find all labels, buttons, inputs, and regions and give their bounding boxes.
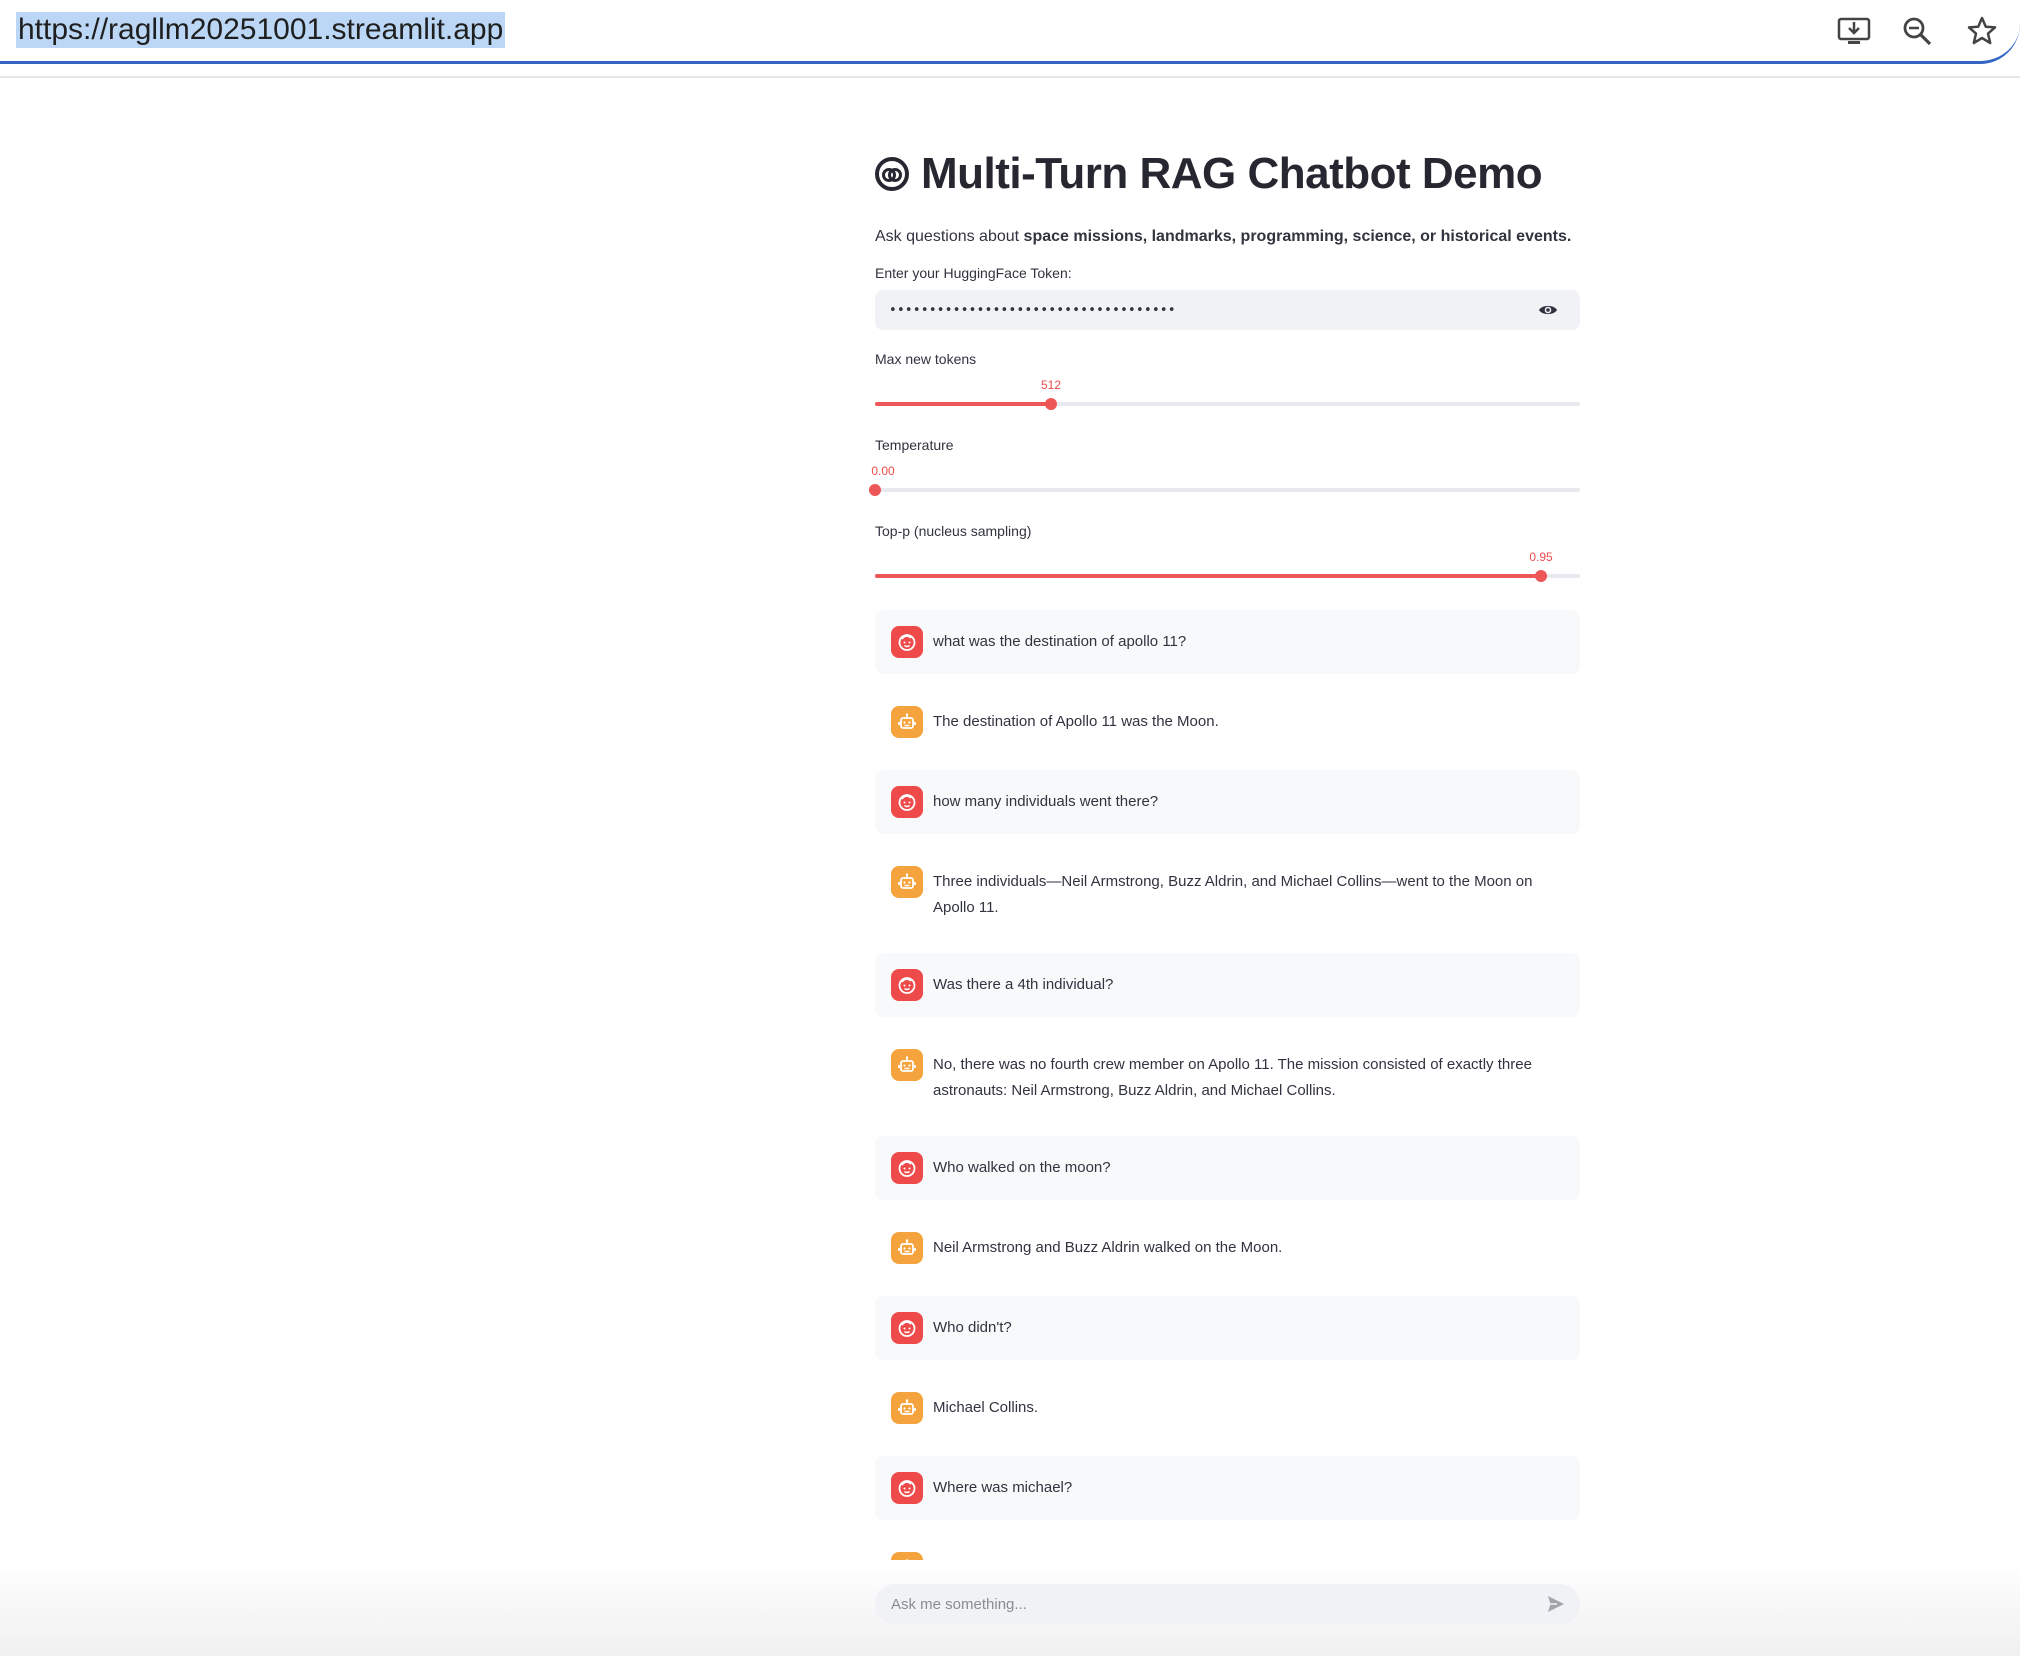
assistant-message: Neil Armstrong and Buzz Aldrin walked on…: [875, 1216, 1580, 1280]
message-body: No, there was no fourth crew member on A…: [933, 1056, 1532, 1099]
slider-thumb[interactable]: [1045, 398, 1057, 410]
assistant-avatar-icon: [891, 1232, 923, 1264]
user-avatar-icon: [891, 786, 923, 818]
user-avatar-icon: [891, 626, 923, 658]
message-text: Who walked on the moon?: [933, 1152, 1111, 1181]
message-text: how many individuals went there?: [933, 786, 1158, 815]
assistant-message: No, there was no fourth crew member on A…: [875, 1033, 1580, 1120]
toolbar-divider: [0, 76, 2020, 78]
message-body: Who didn't?: [933, 1319, 1012, 1336]
message-text: The destination of Apollo 11 was the Moo…: [933, 706, 1219, 735]
bookmark-star-icon[interactable]: [1963, 12, 2001, 50]
message-body: Neil Armstrong and Buzz Aldrin walked on…: [933, 1239, 1283, 1256]
message-text: Three individuals—Neil Armstrong, Buzz A…: [933, 866, 1564, 921]
message-body: how many individuals went there?: [933, 793, 1159, 810]
chat-history: what was the destination of apollo 11? Th…: [875, 610, 1580, 1600]
message-text: No, there was no fourth crew member on A…: [933, 1049, 1564, 1104]
description-topics: space missions, landmarks, programming, …: [1023, 228, 1572, 245]
assistant-avatar-icon: [891, 866, 923, 898]
message-body: Michael Collins.: [933, 1399, 1039, 1416]
slider-thumb[interactable]: [869, 484, 881, 496]
user-avatar-icon: [891, 969, 923, 1001]
token-label: Enter your HuggingFace Token:: [875, 265, 1072, 281]
max-tokens-slider[interactable]: Max new tokens 512: [875, 350, 1580, 416]
user-message: Who didn't?: [875, 1296, 1580, 1360]
chat-input[interactable]: [875, 1584, 1580, 1624]
user-message: Where was michael?: [875, 1456, 1580, 1520]
page-title: Multi-Turn RAG Chatbot Demo: [875, 140, 1580, 208]
message-body: The destination of Apollo 11 was the Moo…: [933, 713, 1219, 730]
slider-thumb[interactable]: [1535, 570, 1547, 582]
browser-address-bar[interactable]: https://ragllm20251001.streamlit.app: [0, 0, 2020, 64]
zoom-icon[interactable]: [1898, 12, 1936, 50]
slider-value: 512: [1040, 378, 1062, 392]
message-body: Where was michael?: [933, 1479, 1073, 1496]
user-message: what was the destination of apollo 11?: [875, 610, 1580, 674]
assistant-message: Three individuals—Neil Armstrong, Buzz A…: [875, 850, 1580, 937]
user-message: Who walked on the moon?: [875, 1136, 1580, 1200]
url-text[interactable]: https://ragllm20251001.streamlit.app: [16, 12, 506, 48]
message-body: Was there a 4th individual?: [933, 976, 1114, 993]
message-text: Was there a 4th individual?: [933, 969, 1113, 998]
user-message: how many individuals went there?: [875, 770, 1580, 834]
user-avatar-icon: [891, 1152, 923, 1184]
message-body: Three individuals—Neil Armstrong, Buzz A…: [933, 873, 1533, 916]
top-p-slider[interactable]: Top-p (nucleus sampling) 0.95: [875, 522, 1580, 588]
message-text: Who didn't?: [933, 1312, 1012, 1341]
message-text: what was the destination of apollo 11?: [933, 626, 1186, 655]
show-password-icon[interactable]: [1538, 301, 1558, 319]
token-masked-value[interactable]: ••••••••••••••••••••••••••••••••••••: [889, 303, 1176, 318]
message-body: Who walked on the moon?: [933, 1159, 1111, 1176]
nerd-face-icon: [875, 157, 909, 191]
slider-fill: [875, 402, 1051, 406]
assistant-avatar-icon: [891, 1049, 923, 1081]
send-icon[interactable]: [1546, 1594, 1566, 1614]
max-tokens-label: Max new tokens: [875, 351, 977, 367]
message-text: Michael Collins.: [933, 1392, 1038, 1421]
slider-track[interactable]: [875, 488, 1580, 492]
install-app-icon[interactable]: [1835, 12, 1873, 50]
slider-value: 0.00: [871, 464, 895, 478]
assistant-avatar-icon: [891, 706, 923, 738]
assistant-message: Michael Collins.: [875, 1376, 1580, 1440]
temperature-slider[interactable]: Temperature 0.00: [869, 436, 1580, 502]
user-message: Was there a 4th individual?: [875, 953, 1580, 1017]
slider-fill: [875, 574, 1541, 578]
message-text: Neil Armstrong and Buzz Aldrin walked on…: [933, 1232, 1282, 1261]
message-text: Where was michael?: [933, 1472, 1072, 1501]
assistant-avatar-icon: [891, 1392, 923, 1424]
user-avatar-icon: [891, 1472, 923, 1504]
app-description: Ask questions about space missions, land…: [875, 226, 1580, 248]
chat-input-field[interactable]: [891, 1595, 1511, 1613]
token-input[interactable]: ••••••••••••••••••••••••••••••••••••: [875, 290, 1580, 330]
description-prefix: Ask questions about: [875, 228, 1024, 245]
assistant-message: The destination of Apollo 11 was the Moo…: [875, 690, 1580, 754]
main-content: Multi-Turn RAG Chatbot Demo Ask question…: [869, 140, 1580, 1616]
user-avatar-icon: [891, 1312, 923, 1344]
page-title-text: Multi-Turn RAG Chatbot Demo: [921, 149, 1543, 198]
temperature-label: Temperature: [875, 437, 954, 453]
slider-value: 0.95: [1529, 550, 1553, 564]
top-p-label: Top-p (nucleus sampling): [875, 523, 1032, 539]
message-body: what was the destination of apollo 11?: [933, 633, 1187, 650]
